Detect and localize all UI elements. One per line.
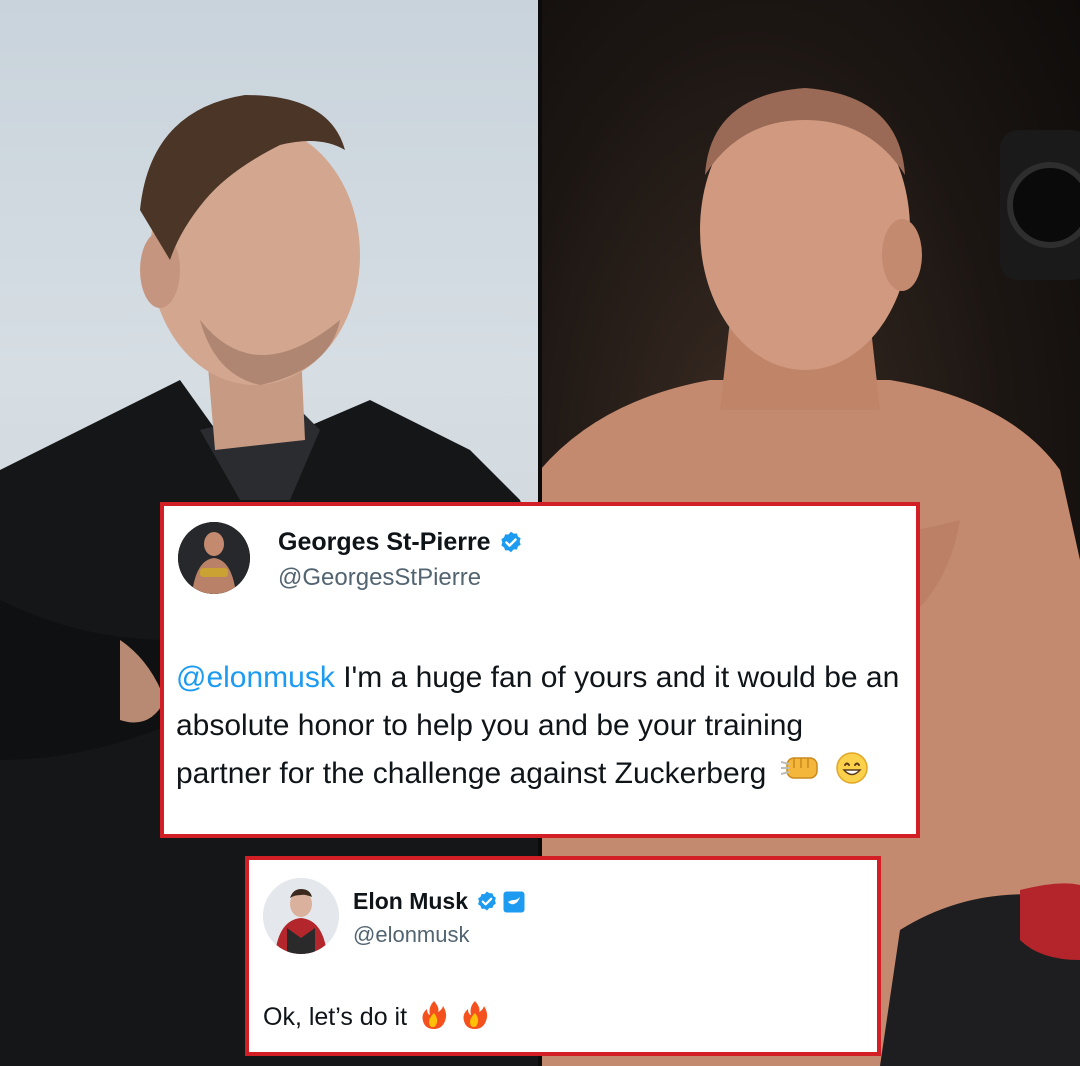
verified-badge-icon [475, 890, 499, 914]
mention-link[interactable]: @elonmusk [176, 661, 335, 694]
tweet-card-georges: Georges St-Pierre @GeorgesStPierre @elon… [160, 502, 920, 838]
fire-icon [420, 1000, 448, 1037]
tweet-text-content: Ok, let’s do it [263, 1003, 408, 1032]
tweet-text: Ok, let’s do it [263, 1000, 489, 1037]
grinning-face-icon [835, 751, 869, 800]
author-name[interactable]: Elon Musk [353, 888, 525, 915]
avatar-image [263, 878, 339, 954]
avatar-georges [178, 522, 250, 594]
author-name[interactable]: Georges St-Pierre [278, 528, 524, 557]
tweet-text: @elonmusk I'm a huge fan of yours and it… [176, 654, 906, 800]
twitter-affiliate-icon [503, 891, 525, 913]
author-name-text: Georges St-Pierre [278, 528, 491, 556]
author-handle[interactable]: @GeorgesStPierre [278, 564, 481, 592]
avatar-elon [263, 878, 339, 954]
author-name-text: Elon Musk [353, 888, 469, 914]
verified-badge-icon [498, 530, 524, 556]
avatar-image [178, 522, 250, 594]
image-canvas: Georges St-Pierre @GeorgesStPierre @elon… [0, 0, 1080, 1066]
fire-icon [461, 1000, 489, 1037]
author-handle[interactable]: @elonmusk [353, 922, 470, 948]
tweet-card-elon: Elon Musk @elonmusk Ok, let’s do it [245, 856, 881, 1056]
fist-bump-icon [780, 751, 821, 799]
